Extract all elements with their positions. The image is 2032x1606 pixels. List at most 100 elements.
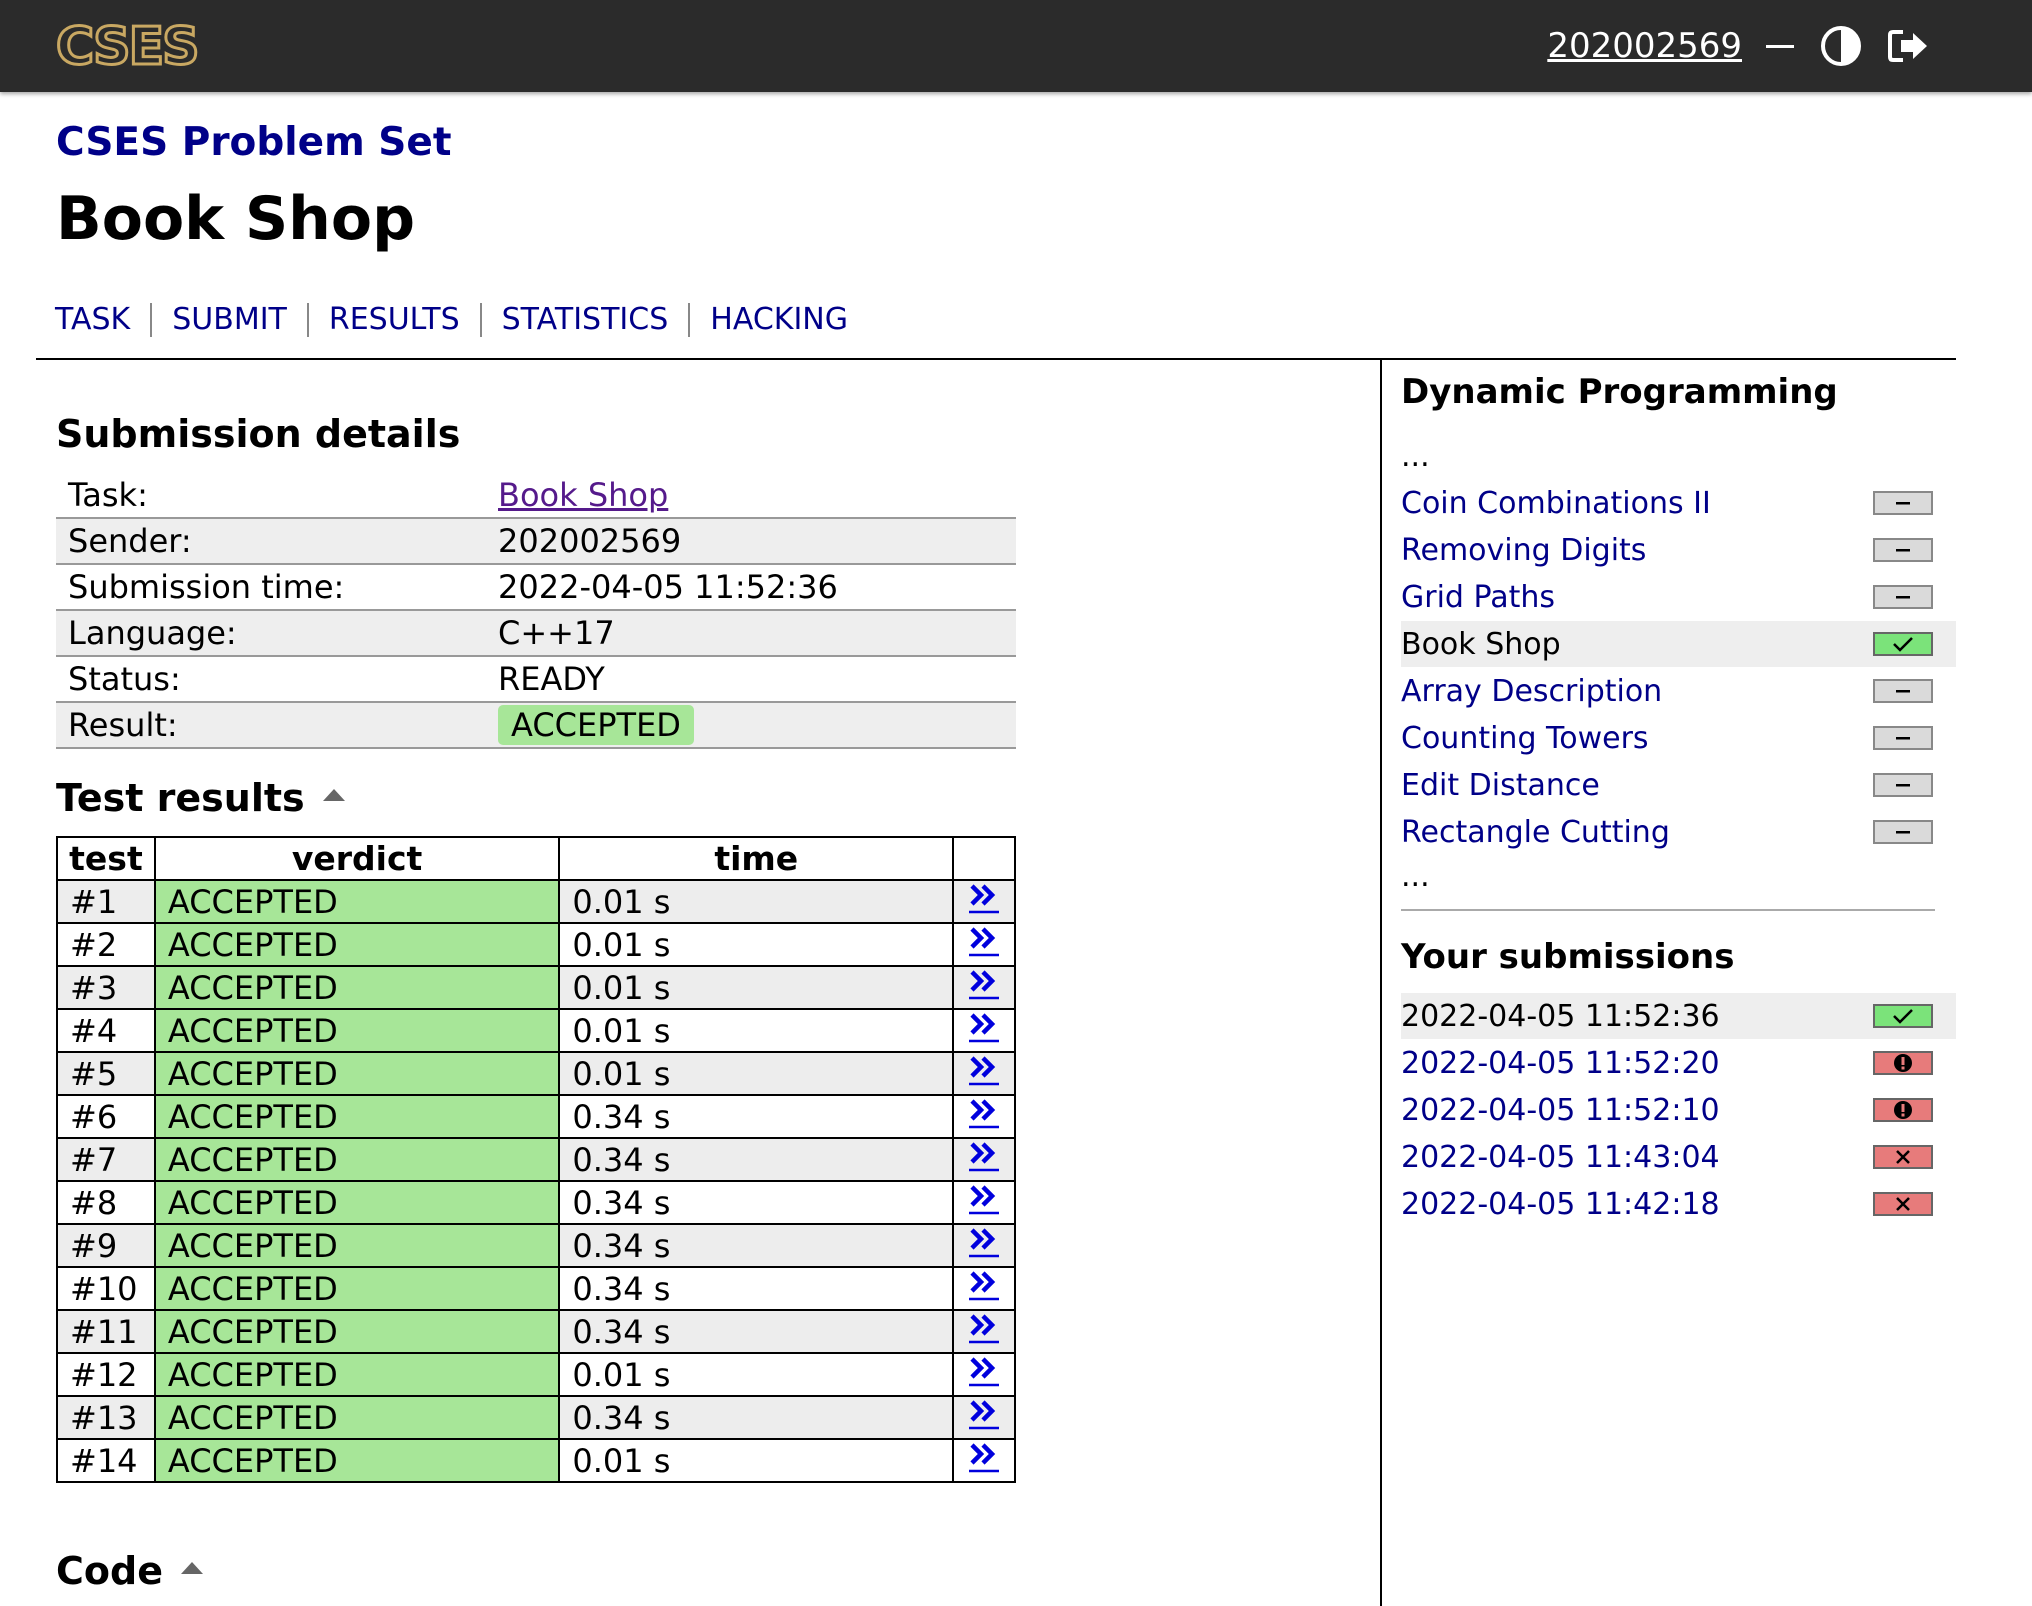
sidebar-task-item[interactable]: Grid Paths bbox=[1401, 574, 1956, 620]
verdict-cell: ACCEPTED bbox=[153, 1180, 561, 1225]
sidebar-task-item[interactable]: Coin Combinations II bbox=[1401, 480, 1956, 526]
collapse-caret-icon[interactable] bbox=[322, 788, 345, 801]
submission-status-badge bbox=[1873, 1098, 1933, 1122]
view-test-link[interactable] bbox=[967, 1140, 1001, 1172]
detail-row-language: Language: C++17 bbox=[56, 610, 1016, 657]
tab-hacking[interactable]: HACKING bbox=[688, 303, 868, 337]
sidebar-task-item[interactable]: Counting Towers bbox=[1401, 715, 1956, 761]
double-chevron-icon bbox=[969, 969, 1000, 999]
table-row: #5 ACCEPTED 0.01 s bbox=[56, 1051, 1016, 1096]
ellipsis-bottom: ... bbox=[1401, 859, 1430, 894]
view-test-link[interactable] bbox=[967, 1226, 1001, 1258]
detail-label: Status: bbox=[56, 656, 486, 703]
task-status-badge bbox=[1873, 491, 1933, 515]
time-cell: 0.34 s bbox=[558, 1309, 955, 1354]
sidebar-task-item[interactable]: Rectangle Cutting bbox=[1401, 809, 1956, 855]
double-chevron-icon bbox=[969, 1055, 1000, 1085]
task-status-badge bbox=[1873, 820, 1933, 844]
tab-task[interactable]: TASK bbox=[55, 303, 150, 337]
cross-icon bbox=[1896, 1150, 1910, 1164]
time-cell: 0.01 s bbox=[558, 879, 955, 924]
submission-status-badge bbox=[1873, 1004, 1933, 1028]
submission-item[interactable]: 2022-04-05 11:42:18 bbox=[1401, 1181, 1956, 1227]
double-chevron-icon bbox=[969, 1442, 1000, 1472]
view-test-link[interactable] bbox=[967, 925, 1001, 957]
code-heading[interactable]: Code bbox=[56, 1549, 203, 1593]
logo-text: CSES bbox=[56, 20, 198, 72]
view-test-link[interactable] bbox=[967, 968, 1001, 1000]
test-number: #4 bbox=[56, 1008, 156, 1053]
tab-results[interactable]: RESULTS bbox=[306, 303, 480, 337]
test-number: #2 bbox=[56, 922, 156, 967]
time-cell: 0.01 s bbox=[558, 922, 955, 967]
sidebar-task-item[interactable]: Book Shop bbox=[1401, 621, 1956, 667]
submission-item[interactable]: 2022-04-05 11:52:36 bbox=[1401, 993, 1956, 1039]
double-chevron-icon bbox=[969, 1313, 1000, 1343]
username-link[interactable]: 202002569 bbox=[1547, 26, 1742, 66]
verdict-cell: ACCEPTED bbox=[153, 965, 561, 1010]
tab-submit[interactable]: SUBMIT bbox=[150, 303, 307, 337]
sidebar: Dynamic Programming ... Coin Combination… bbox=[1401, 372, 1956, 1222]
table-row: #7 ACCEPTED 0.34 s bbox=[56, 1137, 1016, 1182]
dash-icon bbox=[1896, 690, 1910, 693]
cses-logo[interactable]: CSES bbox=[54, 16, 244, 79]
test-number: #7 bbox=[56, 1137, 156, 1182]
test-results-heading[interactable]: Test results bbox=[56, 776, 345, 820]
problem-set-title[interactable]: CSES Problem Set bbox=[56, 120, 451, 165]
verdict-cell: ACCEPTED bbox=[153, 1309, 561, 1354]
sidebar-task-item[interactable]: Edit Distance bbox=[1401, 762, 1956, 808]
test-number: #5 bbox=[56, 1051, 156, 1096]
task-status-badge bbox=[1873, 632, 1933, 656]
view-test-link[interactable] bbox=[967, 1269, 1001, 1301]
dash-icon bbox=[1896, 831, 1910, 834]
double-chevron-icon bbox=[969, 1012, 1000, 1042]
detail-label: Submission time: bbox=[56, 564, 486, 611]
collapse-caret-icon[interactable] bbox=[180, 1561, 203, 1574]
col-test: test bbox=[56, 836, 156, 881]
detail-label: Task: bbox=[56, 473, 486, 519]
verdict-cell: ACCEPTED bbox=[153, 1008, 561, 1053]
detail-value: 2022-04-05 11:52:36 bbox=[486, 564, 1016, 611]
view-test-link[interactable] bbox=[967, 1011, 1001, 1043]
view-test-link[interactable] bbox=[967, 1054, 1001, 1086]
task-link[interactable]: Book Shop bbox=[498, 476, 668, 514]
time-cell: 0.01 s bbox=[558, 965, 955, 1010]
view-test-link[interactable] bbox=[967, 1398, 1001, 1430]
view-test-link[interactable] bbox=[967, 1097, 1001, 1129]
view-test-link[interactable] bbox=[967, 1183, 1001, 1215]
half-circle-icon[interactable] bbox=[1818, 23, 1864, 69]
submission-item[interactable]: 2022-04-05 11:52:20 bbox=[1401, 1040, 1956, 1086]
task-status-badge bbox=[1873, 679, 1933, 703]
logout-icon[interactable] bbox=[1886, 23, 1932, 69]
sidebar-task-item[interactable]: Array Description bbox=[1401, 668, 1956, 714]
task-nav: TASK SUBMIT RESULTS STATISTICS HACKING bbox=[55, 303, 868, 337]
test-number: #3 bbox=[56, 965, 156, 1010]
view-test-link[interactable] bbox=[967, 1312, 1001, 1344]
ellipsis-top: ... bbox=[1401, 439, 1430, 474]
col-link bbox=[952, 836, 1016, 881]
table-row: #3 ACCEPTED 0.01 s bbox=[56, 965, 1016, 1010]
task-status-badge bbox=[1873, 726, 1933, 750]
view-test-link[interactable] bbox=[967, 1355, 1001, 1387]
error-icon bbox=[1894, 1101, 1912, 1119]
dash-icon bbox=[1896, 737, 1910, 740]
verdict-cell: ACCEPTED bbox=[153, 1395, 561, 1440]
separator bbox=[1766, 44, 1794, 48]
submission-item[interactable]: 2022-04-05 11:43:04 bbox=[1401, 1134, 1956, 1180]
dash-icon bbox=[1896, 784, 1910, 787]
view-test-link[interactable] bbox=[967, 882, 1001, 914]
cross-icon bbox=[1896, 1197, 1910, 1211]
view-test-link[interactable] bbox=[967, 1441, 1001, 1473]
detail-row-result: Result: ACCEPTED bbox=[56, 702, 1016, 749]
submission-item[interactable]: 2022-04-05 11:52:10 bbox=[1401, 1087, 1956, 1133]
tab-statistics[interactable]: STATISTICS bbox=[479, 303, 689, 337]
test-results-table: test verdict time #1 ACCEPTED 0.01 s #2 ACCE… bbox=[56, 836, 1016, 1483]
top-bar: CSES 202002569 bbox=[0, 0, 2032, 92]
submission-status-badge bbox=[1873, 1051, 1933, 1075]
submissions-heading: Your submissions bbox=[1401, 937, 1735, 977]
test-number: #14 bbox=[56, 1438, 156, 1483]
dash-icon bbox=[1896, 502, 1910, 505]
test-number: #11 bbox=[56, 1309, 156, 1354]
task-status-badge bbox=[1873, 773, 1933, 797]
sidebar-task-item[interactable]: Removing Digits bbox=[1401, 527, 1956, 573]
